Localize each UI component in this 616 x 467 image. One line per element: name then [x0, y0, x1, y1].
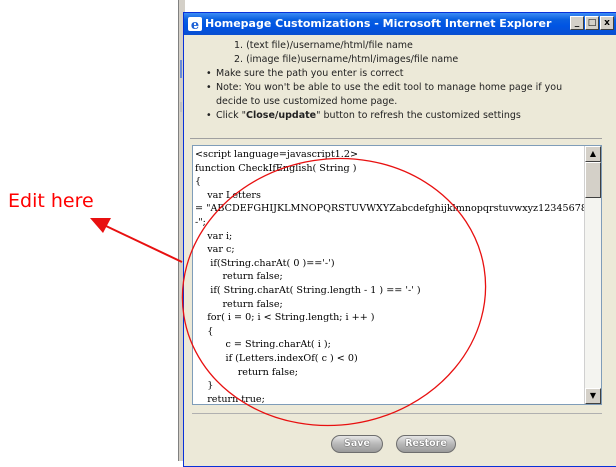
code-content: <script language=javascript1.2> function … — [195, 148, 585, 405]
code-line: if (Letters.indexOf( c ) < 0) — [195, 352, 358, 364]
code-line: return true; — [195, 393, 265, 405]
editor-scrollbar[interactable]: ▲ ▼ — [584, 146, 601, 404]
code-line: -"; — [195, 216, 206, 228]
background-window-mark — [180, 60, 182, 78]
window-title: Homepage Customizations - Microsoft Inte… — [205, 17, 552, 30]
divider — [190, 138, 602, 139]
instruction-text-after: " button to refresh the customized setti… — [316, 110, 521, 121]
arrow-head-icon — [90, 218, 111, 233]
instructions-panel: 1. (text file)/username/html/file name 2… — [194, 39, 599, 123]
minimize-button[interactable]: _ — [570, 16, 584, 30]
maximize-button[interactable]: □ — [585, 16, 599, 30]
code-line: var i; — [195, 230, 233, 242]
code-line: = "ABCDEFGHIJKLMNOPQRSTUVWXYZabcdefghijk… — [195, 203, 585, 215]
scroll-down-button[interactable]: ▼ — [585, 388, 601, 404]
code-line: var Letters — [195, 189, 261, 201]
code-line: return false; — [195, 298, 283, 310]
code-line: function CheckIfEnglish( String ) — [195, 162, 357, 174]
arrow-line — [105, 225, 183, 263]
instruction-text: Note: You won't be able to use the edit … — [216, 82, 563, 93]
annotation-label: Edit here — [8, 190, 94, 212]
code-line: var c; — [195, 244, 235, 256]
instruction-bullet-path: • Make sure the path you enter is correc… — [194, 67, 599, 81]
code-line: return false; — [195, 271, 283, 283]
instruction-path-image: 2. (image file)username/html/images/file… — [234, 54, 459, 65]
code-line: { — [195, 325, 214, 337]
bullet-icon: • — [206, 110, 212, 121]
instruction-text-continued: decide to use customized home page. — [216, 96, 398, 107]
svg-text:e: e — [191, 18, 199, 32]
code-line: return false; — [195, 366, 298, 378]
code-line: } — [195, 380, 214, 392]
instruction-path-text: 1. (text file)/username/html/file name — [234, 40, 413, 51]
background-window-mark — [180, 102, 182, 112]
code-line: { — [195, 176, 202, 188]
scroll-thumb[interactable] — [585, 162, 601, 198]
close-update-keyword: Close/update — [246, 110, 317, 121]
code-line: for( i = 0; i < String.length; i ++ ) — [195, 312, 375, 324]
code-line: if(String.charAt( 0 )=='-') — [195, 257, 335, 269]
save-button[interactable]: Save — [331, 435, 383, 453]
code-line: if( String.charAt( String.length - 1 ) =… — [195, 284, 421, 296]
scroll-up-button[interactable]: ▲ — [585, 146, 601, 162]
instruction-text-before: Click " — [216, 110, 247, 121]
instruction-bullet-note: • Note: You won't be able to use the edi… — [194, 81, 599, 95]
button-bar-divider — [192, 413, 602, 415]
internet-explorer-icon: e — [188, 17, 202, 32]
instruction-bullet-close: • Click "Close/update" button to refresh… — [194, 109, 599, 123]
restore-button[interactable]: Restore — [396, 435, 456, 453]
instruction-text: Click "Close/update" button to refresh t… — [194, 110, 521, 121]
bullet-icon: • — [206, 82, 212, 93]
title-bar[interactable]: e Homepage Customizations - Microsoft In… — [184, 13, 616, 35]
instruction-text: Make sure the path you enter is correct — [216, 68, 404, 79]
code-line: c = String.charAt( i ); — [195, 339, 331, 351]
close-button[interactable]: x — [600, 16, 614, 30]
code-line: <script language=javascript1.2> — [195, 149, 358, 160]
bullet-icon: • — [206, 68, 212, 79]
homepage-code-editor[interactable]: <script language=javascript1.2> function … — [192, 145, 602, 405]
ie-dialog-window: e Homepage Customizations - Microsoft In… — [183, 12, 616, 467]
